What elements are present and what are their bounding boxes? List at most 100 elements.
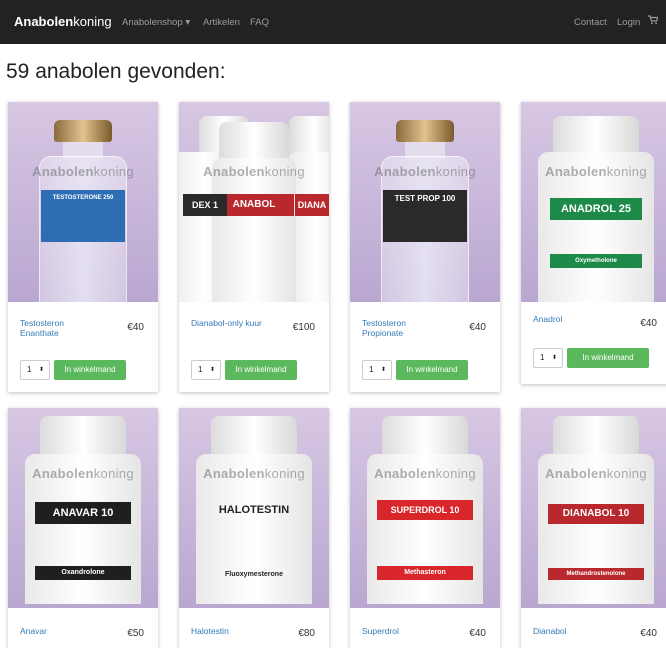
quantity-select[interactable]: 1 ⬍ xyxy=(362,360,392,380)
product-name[interactable]: Testosteron Propionate xyxy=(362,318,442,338)
add-to-cart-button[interactable]: In winkelmand xyxy=(225,360,297,380)
quantity-value: 1 xyxy=(369,365,374,374)
product-image[interactable]: ANAVAR 10 Oxandrolone Anabolenkoning xyxy=(8,408,158,608)
nav-anabolenshop[interactable]: Anabolenshop ▾ xyxy=(122,17,190,28)
product-card: ANAVAR 10 Oxandrolone Anabolenkoning Ana… xyxy=(8,408,158,648)
watermark: Anabolenkoning xyxy=(350,164,500,179)
product-label: TESTOSTERONE 250 xyxy=(41,190,125,242)
product-name[interactable]: Superdrol xyxy=(362,626,442,636)
select-arrow-icon: ⬍ xyxy=(551,355,557,361)
watermark-rest: koning xyxy=(93,164,134,179)
watermark: Anabolenkoning xyxy=(350,466,500,481)
product-price: €40 xyxy=(469,322,486,333)
product-name[interactable]: Anadrol xyxy=(533,314,613,324)
product-image[interactable]: TEST PROP 100 Anabolenkoning xyxy=(350,102,500,302)
navbar: Anabolenkoning Anabolenshop ▾ Artikelen … xyxy=(0,0,666,44)
watermark-bold: Anabolen xyxy=(374,164,436,179)
jar-cap xyxy=(211,416,297,456)
product-image[interactable]: SUPERDROL 10 Methasteron Anabolenkoning xyxy=(350,408,500,608)
watermark: Anabolenkoning xyxy=(179,164,329,179)
product-name[interactable]: Halotestin xyxy=(191,626,271,636)
add-to-cart-button[interactable]: In winkelmand xyxy=(54,360,126,380)
watermark-bold: Anabolen xyxy=(32,164,94,179)
product-name[interactable]: Anavar xyxy=(20,626,100,636)
product-label-left: DEX 1 xyxy=(183,194,227,216)
watermark: Anabolenkoning xyxy=(179,466,329,481)
product-image[interactable]: ANABOL DEX 1 DIANA Anabolenkoning xyxy=(179,102,329,302)
jar-cap xyxy=(40,416,126,456)
product-card: TEST PROP 100 Anabolenkoning Testosteron… xyxy=(350,102,500,392)
product-label: SUPERDROL 10 xyxy=(377,500,473,520)
add-to-cart-button[interactable]: In winkelmand xyxy=(567,348,649,368)
product-sublabel: Methasteron xyxy=(377,566,473,580)
watermark: Anabolenkoning xyxy=(521,466,666,481)
watermark-bold: Anabolen xyxy=(203,164,265,179)
product-label: ANADROL 25 xyxy=(550,198,642,220)
quantity-value: 1 xyxy=(540,353,545,362)
product-label: TEST PROP 100 xyxy=(383,190,467,242)
product-price: €40 xyxy=(127,322,144,333)
select-arrow-icon: ⬍ xyxy=(38,367,44,373)
watermark-rest: koning xyxy=(264,164,305,179)
product-label: ANAVAR 10 xyxy=(35,502,131,524)
product-price: €40 xyxy=(469,628,486,639)
nav-login[interactable]: Login xyxy=(617,17,640,28)
watermark: Anabolenkoning xyxy=(8,466,158,481)
watermark-rest: koning xyxy=(93,466,134,481)
watermark-bold: Anabolen xyxy=(32,466,94,481)
product-price: €100 xyxy=(292,322,315,333)
product-card: TESTOSTERONE 250 Anabolenkoning Testoste… xyxy=(8,102,158,392)
product-label-right: DIANA xyxy=(295,194,329,216)
quantity-select[interactable]: 1 ⬍ xyxy=(191,360,221,380)
jar-cap xyxy=(553,116,639,156)
product-card: DIANABOL 10 Methandrostenolone Anabolenk… xyxy=(521,408,666,648)
watermark-bold: Anabolen xyxy=(545,164,607,179)
watermark: Anabolenkoning xyxy=(8,164,158,179)
product-label: HALOTESTIN xyxy=(218,504,290,516)
quantity-value: 1 xyxy=(27,365,32,374)
brand-rest: koning xyxy=(73,14,112,29)
select-arrow-icon: ⬍ xyxy=(209,367,215,373)
quantity-select[interactable]: 1 ⬍ xyxy=(533,348,563,368)
product-price: €80 xyxy=(298,628,315,639)
product-price: €40 xyxy=(640,628,657,639)
product-card: SUPERDROL 10 Methasteron Anabolenkoning … xyxy=(350,408,500,648)
jar-cap xyxy=(219,122,289,162)
product-image[interactable]: TESTOSTERONE 250 Anabolenkoning xyxy=(8,102,158,302)
nav-faq[interactable]: FAQ xyxy=(250,17,269,28)
cart-icon[interactable] xyxy=(648,15,659,28)
product-name[interactable]: Dianabol xyxy=(533,626,613,636)
product-card: ANABOL DEX 1 DIANA Anabolenkoning Dianab… xyxy=(179,102,329,392)
product-sublabel: Fluoxymesterone xyxy=(225,571,283,578)
watermark-rest: koning xyxy=(606,466,647,481)
add-to-cart-button[interactable]: In winkelmand xyxy=(396,360,468,380)
product-name[interactable]: Testosteron Enanthate xyxy=(20,318,100,338)
select-arrow-icon: ⬍ xyxy=(380,367,386,373)
watermark-rest: koning xyxy=(435,164,476,179)
watermark: Anabolenkoning xyxy=(521,164,666,179)
nav-artikelen[interactable]: Artikelen xyxy=(203,17,240,28)
nav-contact[interactable]: Contact xyxy=(574,17,607,28)
vial-cap xyxy=(54,120,112,142)
product-image[interactable]: ANADROL 25 Oxymetholone Anabolenkoning xyxy=(521,102,666,302)
product-price: €40 xyxy=(640,318,657,329)
product-card: ANADROL 25 Oxymetholone Anabolenkoning A… xyxy=(521,102,666,384)
product-card: HALOTESTIN Fluoxymesterone Anabolenkonin… xyxy=(179,408,329,648)
brand-logo[interactable]: Anabolenkoning xyxy=(14,14,112,29)
quantity-select[interactable]: 1 ⬍ xyxy=(20,360,50,380)
page-title: 59 anabolen gevonden: xyxy=(6,60,226,83)
watermark-rest: koning xyxy=(435,466,476,481)
watermark-bold: Anabolen xyxy=(545,466,607,481)
jar-body xyxy=(212,158,296,302)
product-image[interactable]: DIANABOL 10 Methandrostenolone Anabolenk… xyxy=(521,408,666,608)
watermark-rest: koning xyxy=(264,466,305,481)
product-label: DIANABOL 10 xyxy=(548,504,644,524)
product-name[interactable]: Dianabol-only kuur xyxy=(191,318,271,328)
watermark-bold: Anabolen xyxy=(374,466,436,481)
jar-cap-right xyxy=(289,116,329,156)
brand-bold: Anabolen xyxy=(14,14,74,29)
product-image[interactable]: HALOTESTIN Fluoxymesterone Anabolenkonin… xyxy=(179,408,329,608)
watermark-rest: koning xyxy=(606,164,647,179)
jar-cap xyxy=(382,416,468,456)
quantity-value: 1 xyxy=(198,365,203,374)
